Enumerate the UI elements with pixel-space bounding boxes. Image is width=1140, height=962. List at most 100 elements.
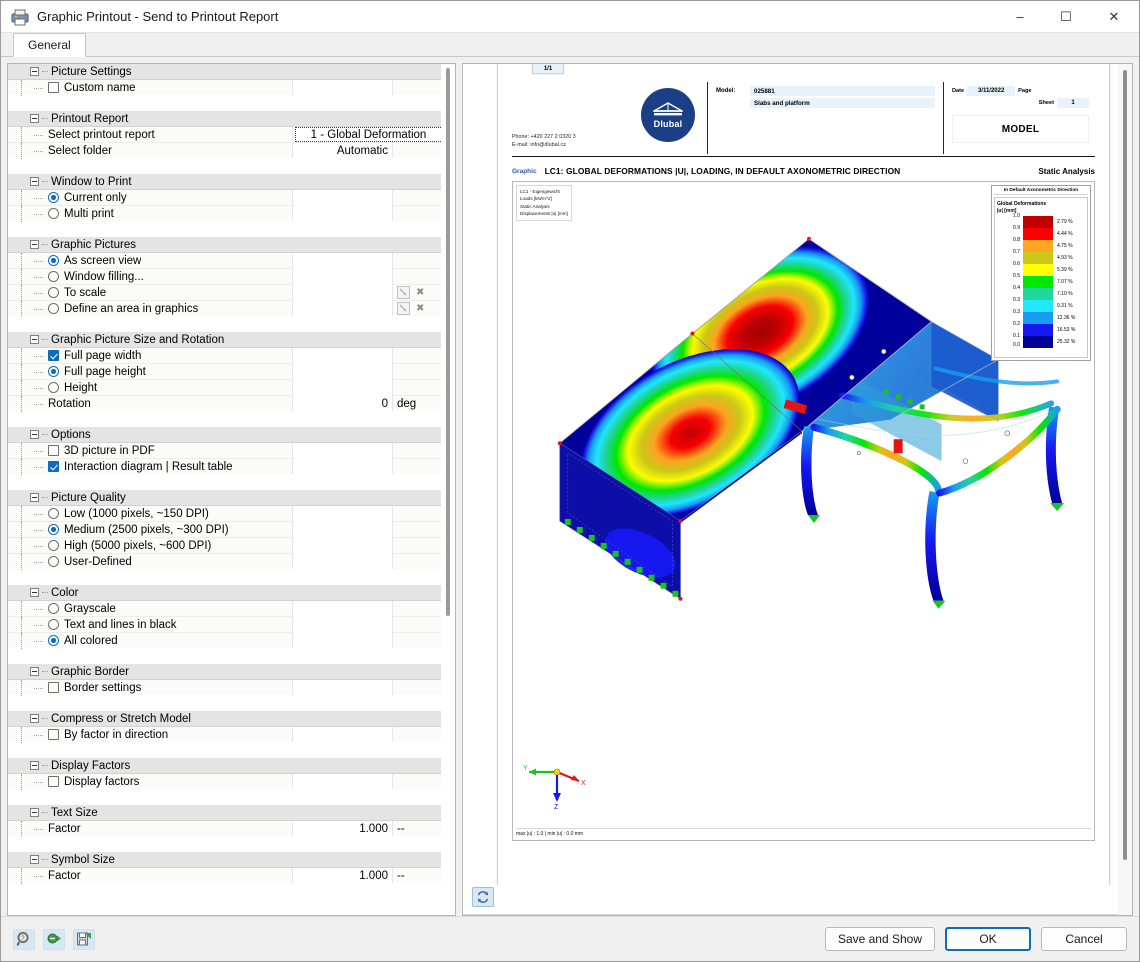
help-search-icon[interactable]: ?: [13, 928, 35, 950]
preview-scrollbar-thumb[interactable]: [1123, 70, 1127, 860]
group-header-text-size[interactable]: Text Size: [8, 805, 442, 821]
row-to-scale[interactable]: To scale ✖: [8, 284, 442, 301]
row-interaction-diagram-result-table[interactable]: Interaction diagram | Result table: [8, 458, 442, 475]
row-border-settings[interactable]: Border settings: [8, 679, 442, 696]
row-text-size-factor[interactable]: Factor 1.000 --: [8, 820, 442, 837]
row-window-filling[interactable]: Window filling...: [8, 268, 442, 285]
row-custom-name[interactable]: Custom name: [8, 79, 442, 96]
save-settings-icon[interactable]: [73, 928, 95, 950]
value-symbol-size-factor[interactable]: 1.000: [359, 870, 388, 882]
collapse-icon[interactable]: [30, 855, 39, 864]
radio-as-screen-view[interactable]: [48, 255, 59, 266]
value-rotation[interactable]: 0: [382, 398, 388, 410]
clear-icon[interactable]: ✖: [416, 303, 424, 314]
ok-button[interactable]: OK: [945, 927, 1031, 951]
collapse-icon[interactable]: [30, 667, 39, 676]
row-quality-user-defined[interactable]: User-Defined: [8, 553, 442, 570]
group-header-options[interactable]: Options: [8, 427, 442, 443]
maximize-button[interactable]: ☐: [1043, 1, 1089, 33]
radio-quality-user-defined[interactable]: [48, 556, 59, 567]
group-header-window-to-print[interactable]: Window to Print: [8, 174, 442, 190]
row-height[interactable]: Height: [8, 379, 442, 396]
row-quality-low[interactable]: Low (1000 pixels, ~150 DPI): [8, 505, 442, 522]
radio-text-and-lines-in-black[interactable]: [48, 619, 59, 630]
row-quality-medium[interactable]: Medium (2500 pixels, ~300 DPI): [8, 521, 442, 538]
close-button[interactable]: ✕: [1089, 1, 1139, 33]
radio-grayscale[interactable]: [48, 603, 59, 614]
radio-quality-high[interactable]: [48, 540, 59, 551]
collapse-icon[interactable]: [30, 808, 39, 817]
group-header-graphic-picture-size-and-rotation[interactable]: Graphic Picture Size and Rotation: [8, 332, 442, 348]
collapse-icon[interactable]: [30, 430, 39, 439]
row-select-printout-report[interactable]: Select printout report 1 - Global Deforma…: [8, 126, 445, 143]
radio-quality-low[interactable]: [48, 508, 59, 519]
radio-define-area-in-graphics[interactable]: [48, 303, 59, 314]
group-header-picture-quality[interactable]: Picture Quality: [8, 490, 442, 506]
collapse-icon[interactable]: [30, 761, 39, 770]
radio-window-filling[interactable]: [48, 271, 59, 282]
checkbox-full-page-width[interactable]: [48, 350, 59, 361]
row-all-colored[interactable]: All colored: [8, 632, 442, 649]
row-current-only[interactable]: Current only: [8, 189, 442, 206]
checkbox-3d-picture-in-pdf[interactable]: [48, 445, 59, 456]
row-select-folder[interactable]: Select folder Automatic: [8, 142, 442, 159]
preview-area[interactable]: Phone: +420 227 2 0320 3 E-mail: info@dl…: [463, 64, 1132, 885]
row-by-factor-in-direction[interactable]: By factor in direction: [8, 726, 442, 743]
radio-all-colored[interactable]: [48, 635, 59, 646]
row-full-page-width[interactable]: Full page width: [8, 347, 442, 364]
pick-area-icon[interactable]: [397, 286, 410, 299]
row-display-factors[interactable]: Display factors: [8, 773, 442, 790]
radio-height[interactable]: [48, 382, 59, 393]
row-text-and-lines-in-black[interactable]: Text and lines in black: [8, 616, 442, 633]
options-scrollbar[interactable]: [441, 64, 455, 915]
radio-multi-print[interactable]: [48, 208, 59, 219]
group-header-graphic-pictures[interactable]: Graphic Pictures: [8, 237, 442, 253]
row-rotation[interactable]: Rotation 0 deg: [8, 395, 442, 412]
row-symbol-size-factor[interactable]: Factor 1.000 --: [8, 867, 442, 884]
collapse-icon[interactable]: [30, 335, 39, 344]
checkbox-custom-name[interactable]: [48, 82, 59, 93]
group-header-symbol-size[interactable]: Symbol Size: [8, 852, 442, 868]
value-select-folder[interactable]: Automatic: [337, 145, 388, 157]
row-define-area-in-graphics[interactable]: Define an area in graphics ✖: [8, 300, 442, 317]
row-full-page-height[interactable]: Full page height: [8, 363, 442, 380]
checkbox-interaction-diagram-result-table[interactable]: [48, 461, 59, 472]
save-and-show-button[interactable]: Save and Show: [824, 927, 935, 951]
radio-current-only[interactable]: [48, 192, 59, 203]
row-grayscale[interactable]: Grayscale: [8, 600, 442, 617]
export-icon[interactable]: [43, 928, 65, 950]
checkbox-display-factors[interactable]: [48, 776, 59, 787]
tab-general[interactable]: General: [13, 33, 86, 57]
minimize-button[interactable]: –: [997, 1, 1043, 33]
collapse-icon[interactable]: [30, 114, 39, 123]
options-scrollbar-thumb[interactable]: [446, 68, 450, 616]
clear-icon[interactable]: ✖: [416, 287, 424, 298]
group-header-color[interactable]: Color: [8, 585, 442, 601]
collapse-icon[interactable]: [30, 177, 39, 186]
row-3d-picture-in-pdf[interactable]: 3D picture in PDF: [8, 442, 442, 459]
group-header-graphic-border[interactable]: Graphic Border: [8, 664, 442, 680]
collapse-icon[interactable]: [30, 67, 39, 76]
collapse-icon[interactable]: [30, 240, 39, 249]
cancel-button[interactable]: Cancel: [1041, 927, 1127, 951]
pick-area-icon[interactable]: [397, 302, 410, 315]
radio-full-page-height[interactable]: [48, 366, 59, 377]
preview-scrollbar[interactable]: [1118, 64, 1132, 915]
collapse-icon[interactable]: [30, 714, 39, 723]
group-header-display-factors[interactable]: Display Factors: [8, 758, 442, 774]
collapse-icon[interactable]: [30, 588, 39, 597]
row-multi-print[interactable]: Multi print: [8, 205, 442, 222]
row-as-screen-view[interactable]: As screen view: [8, 252, 442, 269]
group-header-picture-settings[interactable]: Picture Settings: [8, 64, 442, 80]
collapse-icon[interactable]: [30, 493, 39, 502]
checkbox-by-factor-in-direction[interactable]: [48, 729, 59, 740]
group-header-compress-or-stretch-model[interactable]: Compress or Stretch Model: [8, 711, 442, 727]
value-select-printout-report[interactable]: 1 - Global Deformation: [294, 127, 443, 142]
refresh-button[interactable]: [472, 887, 494, 907]
value-text-size-factor[interactable]: 1.000: [359, 823, 388, 835]
radio-quality-medium[interactable]: [48, 524, 59, 535]
checkbox-border-settings[interactable]: [48, 682, 59, 693]
row-quality-high[interactable]: High (5000 pixels, ~600 DPI): [8, 537, 442, 554]
group-header-printout-report[interactable]: Printout Report: [8, 111, 442, 127]
radio-to-scale[interactable]: [48, 287, 59, 298]
